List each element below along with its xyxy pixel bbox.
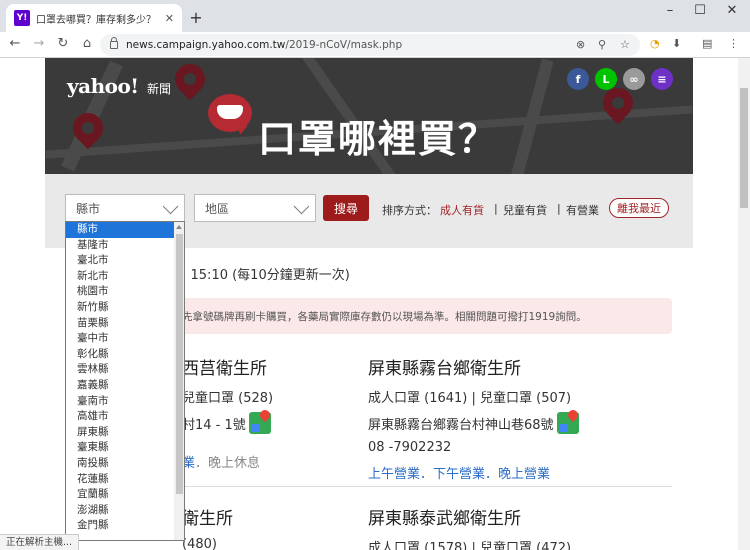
status-bar: 正在解析主機...: [0, 534, 80, 550]
reload-icon[interactable]: ↻: [54, 36, 72, 51]
dropdown-scrollbar[interactable]: [174, 222, 184, 540]
county-options: 縣市 基隆市 臺北市 新北市 桃園市 新竹縣 苗栗縣 臺中市 彰化縣 雲林縣 嘉義縣 臺南市 高雄市 屏東…: [66, 222, 184, 534]
county-option[interactable]: 澎湖縣: [66, 503, 174, 519]
new-tab-icon[interactable]: +: [188, 8, 204, 27]
county-option[interactable]: 高雄市: [66, 409, 174, 425]
district-select-value: 地區: [205, 202, 230, 216]
yahoo-logo[interactable]: yahoo!: [67, 74, 139, 98]
download-icon[interactable]: ⬇: [672, 37, 681, 50]
hero-banner: yahoo! 新聞 口罩哪裡買？ f L ∞ ≡: [45, 58, 693, 174]
county-option[interactable]: 彰化縣: [66, 347, 174, 363]
opening-hours: 上午營業．下午營業．晚上營業: [368, 467, 551, 482]
clinic-phone: 08 -7902232: [368, 440, 452, 455]
back-icon[interactable]: ←: [6, 36, 24, 51]
county-option[interactable]: 縣市: [66, 222, 174, 238]
yahoo-favicon-icon: Y!: [14, 10, 30, 26]
forward-icon[interactable]: →: [30, 36, 48, 51]
scroll-up-icon[interactable]: [176, 225, 182, 229]
page-scrollbar-thumb[interactable]: [740, 88, 748, 208]
county-select[interactable]: 縣市: [65, 194, 185, 222]
lock-icon[interactable]: [110, 37, 118, 49]
sort-adult-stock[interactable]: 成人有貨: [440, 202, 484, 218]
page-title: 口罩哪裡買？: [258, 117, 499, 161]
address-bar[interactable]: news.campaign.yahoo.com.tw/2019-nCoV/mas…: [100, 34, 640, 56]
clinic-card: 屏東縣霧台鄉衛生所 成人口罩 (1641) | 兒童口罩 (507) 屏東縣霧台…: [368, 354, 638, 482]
tab-close-icon[interactable]: ✕: [165, 12, 174, 25]
mask-stock: 成人口罩 (1578) | 兒童口罩 (472): [368, 541, 572, 550]
nearest-button[interactable]: 離我最近: [609, 198, 669, 218]
star-icon[interactable]: ☆: [620, 38, 630, 51]
facebook-share-icon[interactable]: f: [567, 68, 589, 90]
page-scrollbar[interactable]: [738, 58, 750, 550]
clinic-card: 屏東縣泰武鄉衛生所 成人口罩 (1578) | 兒童口罩 (472): [368, 504, 638, 550]
county-option[interactable]: 金門縣: [66, 518, 174, 534]
county-option[interactable]: 南投縣: [66, 456, 174, 472]
browser-tab[interactable]: Y! 口罩去哪買？庫存剩多少？Yahoo ✕: [6, 4, 182, 32]
site-settings-icon[interactable]: ⊗: [576, 38, 585, 51]
county-option[interactable]: 臺南市: [66, 394, 174, 410]
chevron-down-icon: [293, 198, 310, 215]
county-option[interactable]: 臺中市: [66, 331, 174, 347]
county-option[interactable]: 苗栗縣: [66, 316, 174, 332]
menu-hamburger-icon[interactable]: ≡: [651, 68, 673, 90]
county-option[interactable]: 花蓮縣: [66, 472, 174, 488]
tab-title: 口罩去哪買？庫存剩多少？Yahoo: [36, 14, 156, 26]
map-pin-icon: [168, 58, 212, 101]
county-option[interactable]: 宜蘭縣: [66, 487, 174, 503]
url-text: news.campaign.yahoo.com.tw/2019-nCoV/mas…: [126, 39, 403, 51]
zoom-icon[interactable]: ⚲: [598, 38, 606, 51]
county-option[interactable]: 新竹縣: [66, 300, 174, 316]
sort-open[interactable]: 有營業: [566, 202, 599, 218]
county-option[interactable]: 雲林縣: [66, 362, 174, 378]
yahoo-news-label: 新聞: [147, 82, 172, 96]
county-option[interactable]: 臺北市: [66, 253, 174, 269]
update-time: | 15:10 (每10分鐘更新一次): [182, 268, 350, 283]
extension-list-icon[interactable]: ▤: [702, 37, 712, 50]
county-option[interactable]: 嘉義縣: [66, 378, 174, 394]
sort-child-stock[interactable]: 兒童有貨: [503, 202, 547, 218]
county-option[interactable]: 桃園市: [66, 284, 174, 300]
clinic-name: 屏東縣霧台鄉衛生所: [368, 359, 521, 379]
extension-icon[interactable]: ◔: [650, 37, 660, 50]
browser-toolbar: ← → ↻ ⌂ news.campaign.yahoo.com.tw/2019-…: [0, 32, 750, 58]
county-option[interactable]: 臺東縣: [66, 440, 174, 456]
separator: |: [494, 202, 498, 215]
mask-icon: [208, 94, 252, 132]
clinic-name: 屏東縣泰武鄉衛生所: [368, 509, 521, 529]
county-option[interactable]: 基隆市: [66, 238, 174, 254]
divider: [182, 486, 672, 487]
search-button[interactable]: 搜尋: [323, 195, 369, 221]
minimize-icon[interactable]: –: [660, 3, 680, 18]
mask-stock: 成人口罩 (1641) | 兒童口罩 (507): [368, 391, 572, 406]
google-maps-icon[interactable]: [556, 412, 579, 434]
google-maps-icon[interactable]: [248, 412, 271, 434]
dropdown-scrollbar-thumb[interactable]: [176, 234, 183, 494]
copy-link-icon[interactable]: ∞: [623, 68, 645, 90]
maximize-icon[interactable]: ☐: [690, 3, 710, 18]
tab-strip: Y! 口罩去哪買？庫存剩多少？Yahoo ✕ + – ☐ ✕: [0, 0, 750, 32]
county-option[interactable]: 屏東縣: [66, 425, 174, 441]
notice-banner: 先拿號碼牌再刷卡購買，各藥局實際庫存數仍以現場為準。相關問題可撥打1919詢問。: [182, 298, 672, 334]
county-select-value: 縣市: [76, 202, 101, 216]
sort-label: 排序方式：: [382, 204, 437, 217]
menu-icon[interactable]: ⋮: [728, 37, 739, 50]
separator: |: [557, 202, 561, 215]
clinic-address: 屏東縣霧台鄉霧台村神山巷68號: [368, 412, 638, 434]
line-share-icon[interactable]: L: [595, 68, 617, 90]
district-select[interactable]: 地區: [194, 194, 316, 222]
chevron-down-icon: [162, 198, 179, 215]
county-option[interactable]: 新北市: [66, 269, 174, 285]
county-dropdown-list[interactable]: 縣市 基隆市 臺北市 新北市 桃園市 新竹縣 苗栗縣 臺中市 彰化縣 雲林縣 嘉義縣 臺南市 高雄市 屏東…: [65, 221, 185, 541]
home-icon[interactable]: ⌂: [78, 36, 96, 51]
window-close-icon[interactable]: ✕: [722, 3, 742, 18]
